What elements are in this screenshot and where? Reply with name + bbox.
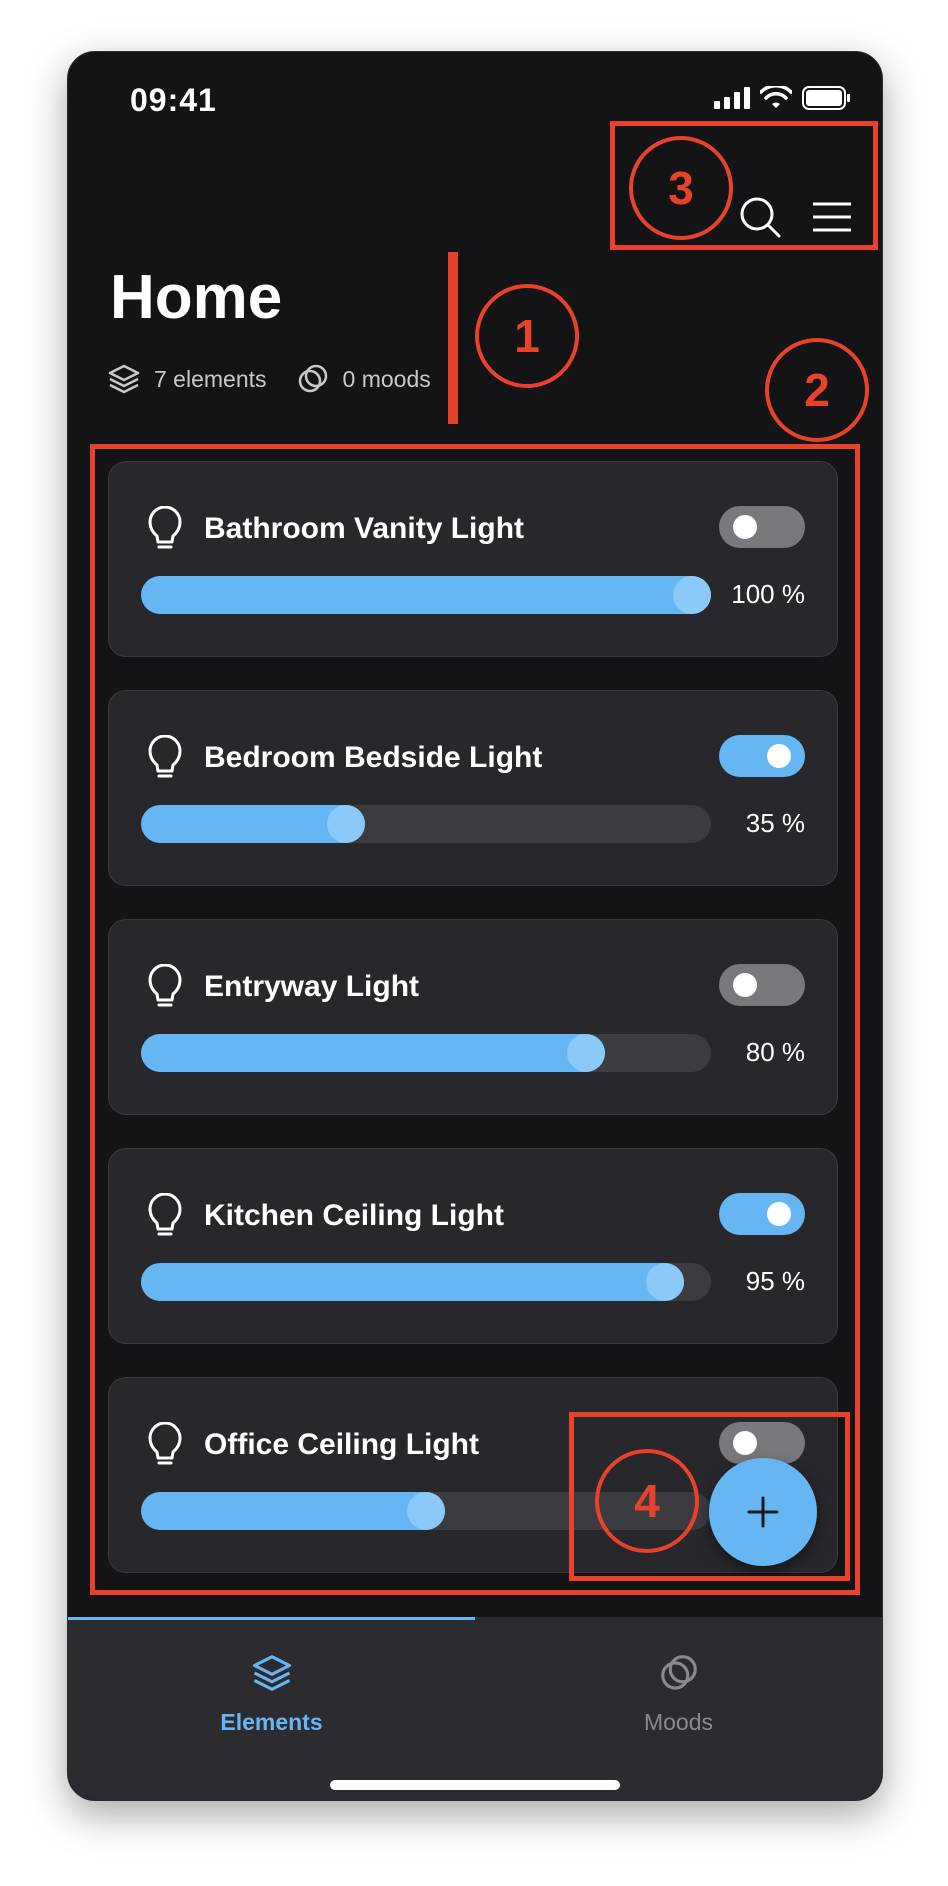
tab-label: Moods	[643, 1709, 714, 1735]
moods-icon	[660, 1655, 697, 1690]
phone-screen: 09:41 Home 7 elements 0 moods Bathroom V…	[67, 51, 883, 1801]
moods-count-label: 0 moods	[342, 365, 431, 392]
status-time: 09:41	[130, 82, 217, 118]
home-indicator	[330, 1780, 620, 1790]
battery-icon	[802, 86, 850, 110]
moods-icon	[298, 364, 327, 393]
annotation-label-3: 3	[629, 136, 733, 240]
moods-count: 0 moods	[297, 364, 431, 394]
tab-bar: Elements Moods	[68, 1617, 882, 1800]
tab-elements[interactable]: Elements	[68, 1653, 475, 1736]
elements-count: 7 elements	[108, 364, 267, 394]
elements-count-label: 7 elements	[154, 365, 267, 392]
annotation-label-4: 4	[595, 1449, 699, 1553]
annotation-label-2: 2	[765, 338, 869, 442]
tab-moods[interactable]: Moods	[475, 1653, 882, 1736]
status-icons	[714, 86, 852, 110]
home-summary: 7 elements 0 moods	[108, 364, 461, 394]
layers-icon	[252, 1655, 291, 1691]
cellular-signal-icon	[714, 87, 750, 109]
annotation-bar-1	[448, 252, 458, 424]
tab-label: Elements	[220, 1709, 323, 1735]
layers-icon	[108, 364, 140, 394]
active-tab-indicator	[68, 1617, 475, 1620]
page-title: Home	[110, 263, 283, 332]
annotation-label-1: 1	[475, 284, 579, 388]
wifi-icon	[760, 86, 792, 108]
